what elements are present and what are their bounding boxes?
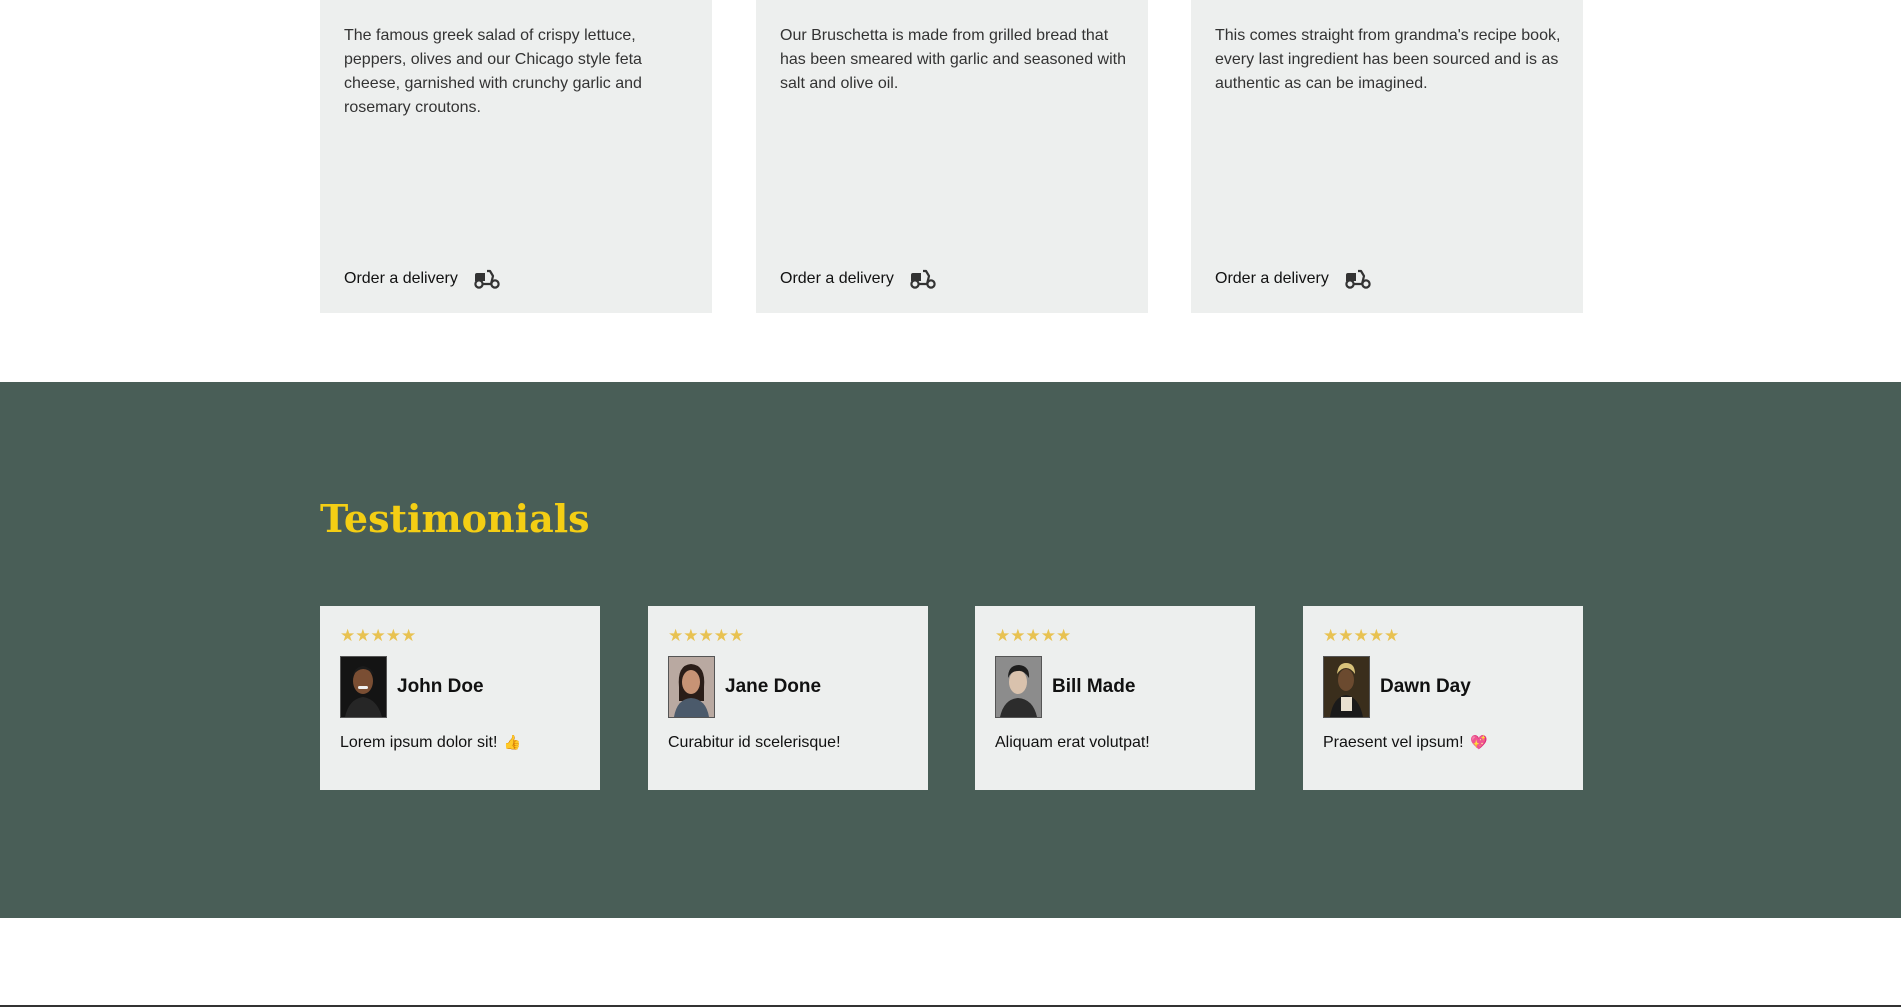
order-delivery-link[interactable]: Order a delivery bbox=[780, 266, 936, 292]
testimonial-quote: Lorem ipsum dolor sit! 👍 bbox=[340, 734, 521, 752]
order-delivery-label: Order a delivery bbox=[780, 270, 894, 287]
reviewer-name: Dawn Day bbox=[1380, 676, 1471, 697]
avatar bbox=[340, 656, 387, 718]
avatar bbox=[995, 656, 1042, 718]
testimonial-card: ★★★★★ Jane Done Curabitur id scelerisque… bbox=[648, 606, 928, 790]
testimonials-title: Testimonials bbox=[320, 496, 590, 541]
star-rating: ★★★★★ bbox=[668, 626, 745, 645]
testimonial-quote: Praesent vel ipsum! 💖 bbox=[1323, 734, 1487, 752]
star-rating: ★★★★★ bbox=[340, 626, 417, 645]
thumbs-up-icon: 👍 bbox=[503, 734, 522, 750]
quote-text: Aliquam erat volutpat! bbox=[995, 734, 1150, 751]
testimonial-quote: Aliquam erat volutpat! bbox=[995, 734, 1150, 752]
testimonials-section: Testimonials ★★★★★ John Doe Lorem ipsum … bbox=[0, 382, 1901, 918]
order-delivery-link[interactable]: Order a delivery bbox=[1215, 266, 1371, 292]
testimonial-card: ★★★★★ John Doe Lorem ipsum dolor sit! 👍 bbox=[320, 606, 600, 790]
page: The famous greek salad of crispy lettuce… bbox=[0, 0, 1901, 1007]
avatar bbox=[1323, 656, 1370, 718]
special-description: The famous greek salad of crispy lettuce… bbox=[344, 27, 642, 116]
special-card-bruschetta: Our Bruschetta is made from grilled brea… bbox=[756, 0, 1148, 313]
star-rating: ★★★★★ bbox=[995, 626, 1072, 645]
special-card-greek-salad: The famous greek salad of crispy lettuce… bbox=[320, 0, 712, 313]
special-card-lemon-dessert: This comes straight from grandma's recip… bbox=[1191, 0, 1583, 313]
quote-text: Curabitur id scelerisque! bbox=[668, 734, 841, 751]
scooter-icon bbox=[474, 269, 500, 289]
order-delivery-label: Order a delivery bbox=[1215, 270, 1329, 287]
order-delivery-label: Order a delivery bbox=[344, 270, 458, 287]
special-description: This comes straight from grandma's recip… bbox=[1215, 27, 1561, 92]
special-description: Our Bruschetta is made from grilled brea… bbox=[780, 27, 1126, 92]
specials-section: The famous greek salad of crispy lettuce… bbox=[320, 0, 1583, 313]
quote-text: Lorem ipsum dolor sit! bbox=[340, 734, 498, 751]
avatar bbox=[668, 656, 715, 718]
scooter-icon bbox=[1345, 269, 1371, 289]
reviewer-name: Bill Made bbox=[1052, 676, 1136, 697]
testimonial-card: ★★★★★ Dawn Day Praesent vel ipsum! 💖 bbox=[1303, 606, 1583, 790]
order-delivery-link[interactable]: Order a delivery bbox=[344, 266, 500, 292]
testimonial-card: ★★★★★ Bill Made Aliquam erat volutpat! bbox=[975, 606, 1255, 790]
reviewer-name: Jane Done bbox=[725, 676, 822, 697]
scooter-icon bbox=[910, 269, 936, 289]
reviewer-name: John Doe bbox=[397, 676, 484, 697]
heart-icon: 💖 bbox=[1469, 734, 1488, 750]
star-rating: ★★★★★ bbox=[1323, 626, 1400, 645]
testimonial-quote: Curabitur id scelerisque! bbox=[668, 734, 841, 752]
quote-text: Praesent vel ipsum! bbox=[1323, 734, 1464, 751]
